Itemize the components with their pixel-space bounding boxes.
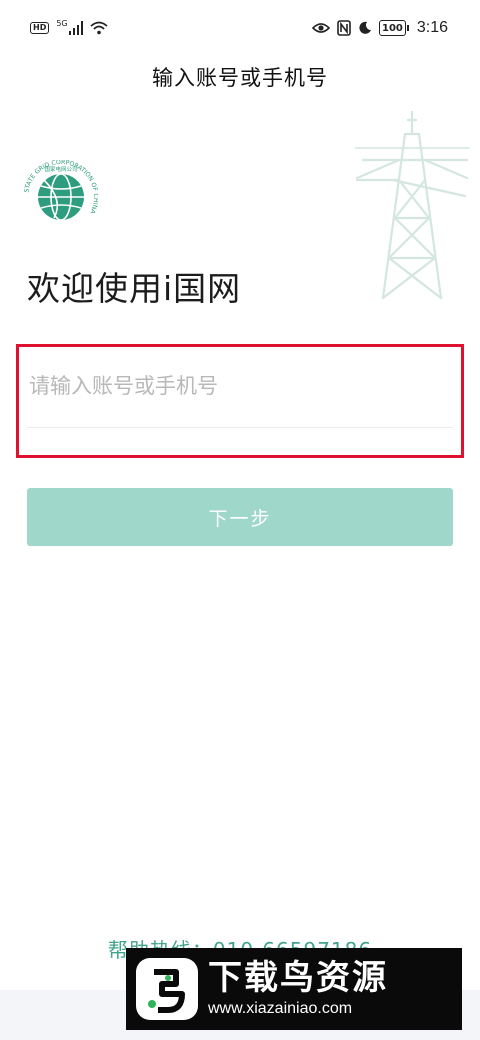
status-right: 100 3:16 <box>311 19 448 37</box>
status-left: HD 5G <box>30 18 108 35</box>
eye-icon <box>311 23 330 33</box>
page-title: 输入账号或手机号 <box>152 66 328 90</box>
status-bar: HD 5G 100 3:16 <box>0 0 480 56</box>
watermark-banner: 下载鸟资源 www.xiazainiao.com <box>126 948 462 1030</box>
signal-icon <box>68 21 83 35</box>
logo-arc-text: 国家电网公司 <box>44 165 77 173</box>
bird-logo-icon <box>136 958 198 1020</box>
account-input[interactable] <box>29 361 449 411</box>
watermark-title: 下载鸟资源 <box>208 958 388 998</box>
wifi-icon <box>90 21 108 35</box>
account-input-container[interactable] <box>16 344 464 458</box>
watermark-text: 下载鸟资源 www.xiazainiao.com <box>208 958 388 1020</box>
state-grid-logo: STATE GRID CORPORATION OF CHINA 国家电网公司 <box>24 160 98 221</box>
nfc-icon <box>337 20 351 36</box>
moon-icon <box>359 21 371 34</box>
input-underline <box>27 427 453 428</box>
power-tower-icon <box>355 110 470 300</box>
next-button[interactable]: 下一步 <box>27 488 453 546</box>
welcome-heading: 欢迎使用i国网 <box>27 269 242 308</box>
hd-icon: HD <box>30 22 50 34</box>
clock: 3:16 <box>416 19 448 36</box>
watermark-url: www.xiazainiao.com <box>208 1000 353 1017</box>
network-type: 5G <box>56 18 68 28</box>
battery-icon: 100 <box>378 20 409 36</box>
